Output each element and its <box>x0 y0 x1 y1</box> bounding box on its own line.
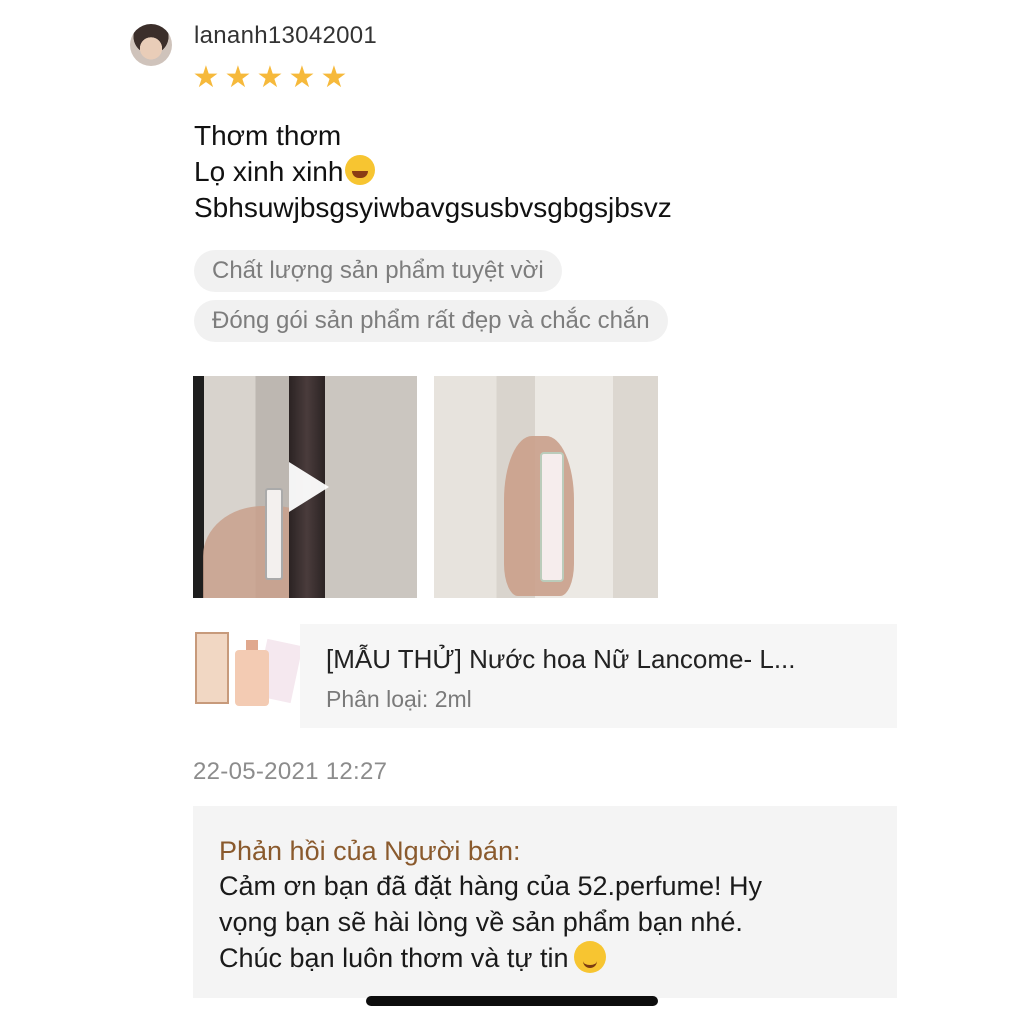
review-tag-quality: Chất lượng sản phẩm tuyệt vời <box>194 250 562 292</box>
product-box-image <box>195 632 229 704</box>
reviewer-username: lananh13042001 <box>194 22 378 49</box>
star-icon: ★ <box>256 61 284 94</box>
product-variant: Phân loại: 2ml <box>326 686 472 712</box>
product-thumbnail[interactable] <box>193 626 303 726</box>
sample-vial-image <box>265 488 283 580</box>
star-icon: ★ <box>320 61 348 94</box>
wink-emoji-icon <box>574 941 607 973</box>
seller-reply-box: Phản hồi của Người bán: Cảm ơn bạn đã đặ… <box>193 806 897 998</box>
rofl-emoji-icon <box>345 155 376 185</box>
seller-reply-line: Chúc bạn luôn thơm và tự tin <box>219 943 569 973</box>
seller-reply-line: vọng bạn sẽ hài lòng về sản phẩm bạn nhé… <box>219 907 743 937</box>
review-tag-packaging: Đóng gói sản phẩm rất đẹp và chắc chắn <box>194 300 668 342</box>
review-photo-thumbnail[interactable] <box>434 376 658 598</box>
star-icon: ★ <box>224 61 252 94</box>
review-timestamp: 22-05-2021 12:27 <box>193 758 388 785</box>
sample-vial-image <box>540 452 564 582</box>
seller-reply-line: Cảm ơn bạn đã đặt hàng của 52.perfume! H… <box>219 871 763 901</box>
review-line: Sbhsuwjbsgsyiwbavgsusbvsgbgsjbsvz <box>194 192 672 223</box>
review-line: Lọ xinh xinh <box>194 156 344 187</box>
product-info-panel[interactable]: [MẪU THỬ] Nước hoa Nữ Lancome- L... Phân… <box>300 624 897 728</box>
product-name: [MẪU THỬ] Nước hoa Nữ Lancome- L... <box>326 644 796 674</box>
star-icon: ★ <box>288 61 316 94</box>
review-text: Thơm thơm Lọ xinh xinh Sbhsuwjbsgsyiwbav… <box>194 118 672 226</box>
review-line: Thơm thơm <box>194 120 342 151</box>
review-video-thumbnail[interactable] <box>193 376 417 598</box>
seller-reply-line-with-emoji: Chúc bạn luôn thơm và tự tin <box>219 940 897 976</box>
product-bottle-image <box>235 640 269 706</box>
play-icon[interactable] <box>289 462 329 512</box>
review-line-with-emoji: Lọ xinh xinh <box>194 154 672 190</box>
seller-reply-title: Phản hồi của Người bán: <box>219 836 521 866</box>
reviewer-avatar[interactable] <box>130 24 172 66</box>
home-indicator[interactable] <box>366 996 658 1006</box>
rating-stars: ★ ★ ★ ★ ★ <box>192 61 348 94</box>
star-icon: ★ <box>192 61 220 94</box>
